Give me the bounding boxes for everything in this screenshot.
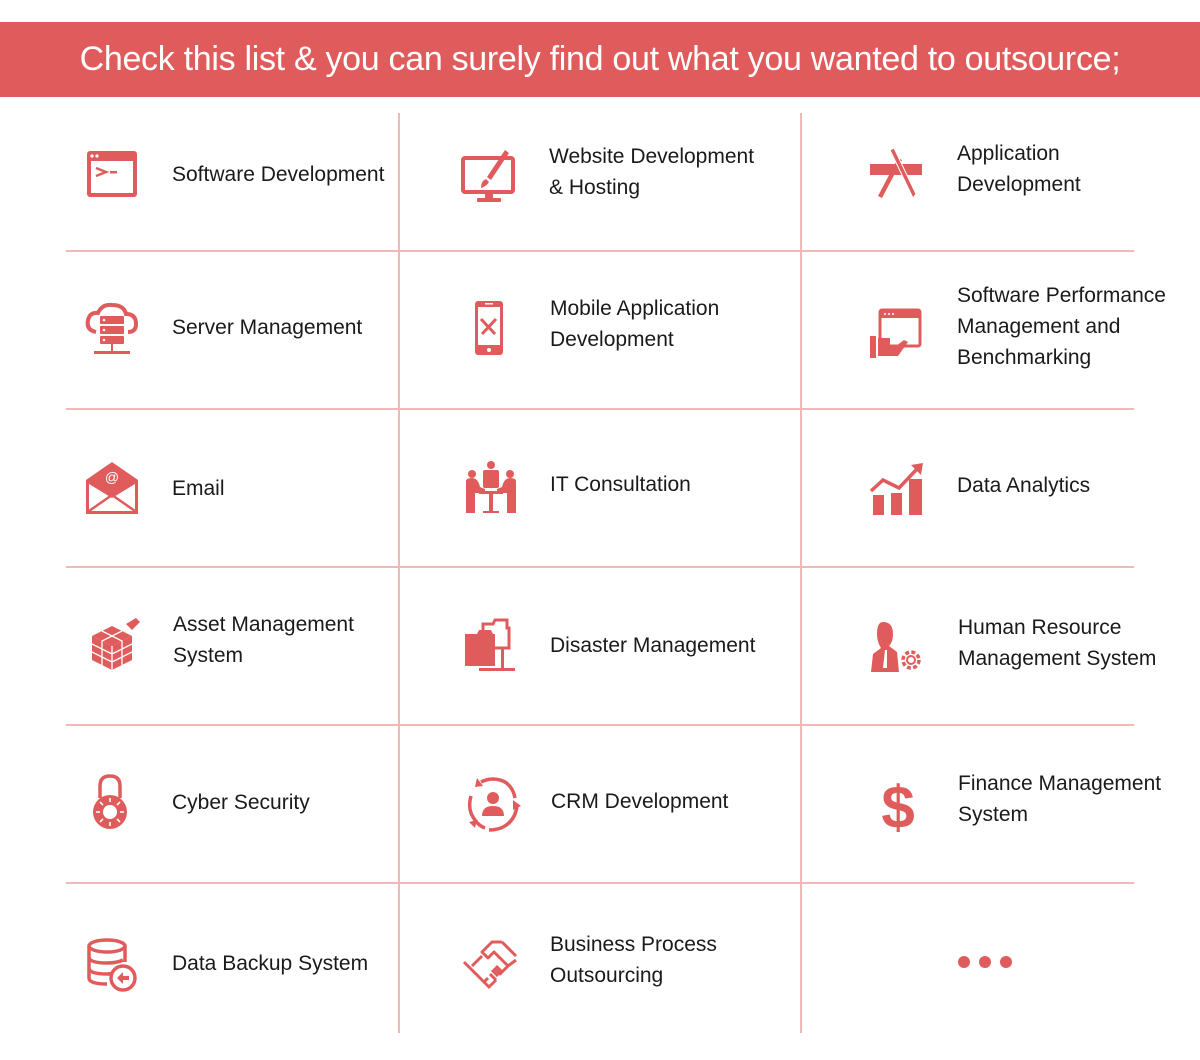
hand-window-icon xyxy=(868,308,924,364)
more-dots-icon xyxy=(958,956,1012,968)
grid-divider-horizontal xyxy=(66,250,1134,252)
service-label: IT Consultation xyxy=(550,473,691,496)
meeting-people-icon xyxy=(463,459,519,515)
service-label: Asset Management System xyxy=(173,613,354,667)
service-label: Software Development xyxy=(172,163,385,186)
service-label: Finance Management System xyxy=(958,772,1162,826)
person-gear-icon xyxy=(869,620,925,676)
service-label: Server Management xyxy=(172,316,363,339)
service-label: Business Process Outsourcing xyxy=(550,933,717,987)
svg-text:$: $ xyxy=(881,776,914,832)
banner-title: Check this list & you can surely find ou… xyxy=(79,40,1121,78)
dot xyxy=(1000,956,1012,968)
bar-chart-trend-icon xyxy=(869,461,925,517)
monitor-brush-icon xyxy=(461,148,517,204)
service-label: Software Performance Management and Benc… xyxy=(957,284,1166,369)
service-label: CRM Development xyxy=(551,790,729,813)
user-cycle-icon xyxy=(465,776,521,832)
service-label: Disaster Management xyxy=(550,634,756,657)
padlock-icon xyxy=(82,774,138,830)
mobile-tools-icon xyxy=(461,300,517,356)
database-restore-icon xyxy=(85,938,141,994)
service-label: Website Development & Hosting xyxy=(549,145,755,199)
network-folders-icon xyxy=(463,618,519,674)
service-label: Mobile Application Development xyxy=(550,297,720,351)
cloud-server-icon xyxy=(84,302,140,358)
service-label: Data Backup System xyxy=(172,952,369,975)
grid-divider-horizontal xyxy=(66,408,1134,410)
svg-text:@: @ xyxy=(105,469,119,485)
dot xyxy=(958,956,970,968)
dollar-icon: $ xyxy=(870,776,926,832)
envelope-at-icon: @ xyxy=(84,460,140,516)
service-label: Email xyxy=(172,477,225,500)
service-label: Cyber Security xyxy=(172,791,310,814)
grid-divider-horizontal xyxy=(66,566,1134,568)
service-label: Human Resource Management System xyxy=(958,616,1157,670)
service-label: Application Development xyxy=(957,142,1081,196)
grid-divider-horizontal xyxy=(66,882,1134,884)
handshake-icon xyxy=(462,936,518,992)
cubes-icon xyxy=(88,616,144,672)
header-banner: Check this list & you can surely find ou… xyxy=(0,22,1200,97)
app-store-icon xyxy=(868,146,924,202)
terminal-window-icon xyxy=(84,146,140,202)
dot xyxy=(979,956,991,968)
service-label: Data Analytics xyxy=(957,474,1091,497)
grid-divider-horizontal xyxy=(66,724,1134,726)
